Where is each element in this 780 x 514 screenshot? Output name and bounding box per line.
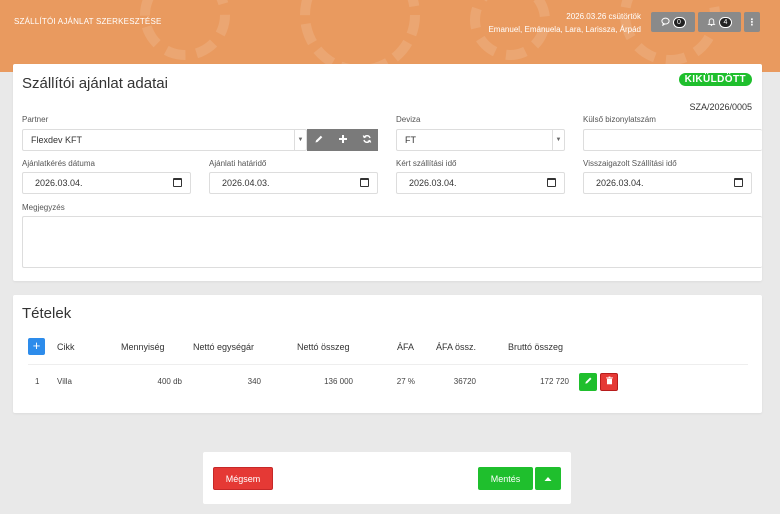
- header-users: Emanuel, Emánuela, Lara, Larissza, Árpád: [488, 25, 641, 34]
- calendar-icon: [734, 178, 743, 187]
- currency-label: Deviza: [396, 115, 421, 124]
- pencil-icon: [584, 376, 593, 388]
- deadline-label: Ajánlati határidő: [209, 159, 267, 168]
- col-vat-amount: ÁFA össz.: [436, 342, 477, 352]
- row-divider: [28, 364, 748, 365]
- save-label: Mentés: [490, 473, 521, 484]
- document-number: SZA/2026/0005: [689, 102, 752, 112]
- partner-label: Partner: [22, 115, 49, 124]
- col-vat: ÁFA: [397, 342, 415, 352]
- requested-delivery-input[interactable]: 2026.03.04.: [396, 172, 565, 194]
- delete-row-button[interactable]: [600, 373, 618, 391]
- save-options-button[interactable]: [535, 467, 561, 490]
- deadline-value: 2026.04.03.: [222, 178, 270, 188]
- offer-details-card: Szállítói ajánlat adatai KIKÜLDÖTT SZA/2…: [13, 64, 762, 281]
- refresh-icon: [362, 133, 372, 147]
- note-textarea[interactable]: [22, 216, 762, 268]
- row-net-unit: 340: [247, 377, 261, 386]
- app-header: SZÁLLÍTÓI AJÁNLAT SZERKESZTÉSE 2026.03.2…: [0, 0, 780, 72]
- chevron-up-icon: [544, 474, 552, 484]
- row-net-total: 136 000: [324, 377, 353, 386]
- note-label: Megjegyzés: [22, 203, 65, 212]
- edit-partner-button[interactable]: [307, 129, 331, 151]
- messages-button[interactable]: 0: [651, 12, 695, 32]
- currency-select[interactable]: FT ▼: [396, 129, 565, 151]
- plus-icon: [338, 133, 348, 147]
- col-net-total: Nettó összeg: [297, 342, 350, 352]
- partner-value: Flexdev KFT: [31, 135, 83, 145]
- currency-value: FT: [405, 135, 416, 145]
- col-quantity: Mennyiség: [121, 342, 165, 352]
- col-gross-total: Bruttó összeg: [508, 342, 564, 352]
- calendar-icon: [360, 178, 369, 187]
- plus-icon: +: [32, 338, 41, 353]
- save-button[interactable]: Mentés: [478, 467, 533, 490]
- partner-select[interactable]: Flexdev KFT ▼: [22, 129, 307, 151]
- confirmed-delivery-input[interactable]: 2026.03.04.: [583, 172, 752, 194]
- calendar-icon: [547, 178, 556, 187]
- card-title: Szállítói ajánlat adatai: [22, 75, 168, 92]
- gear-decoration: [300, 0, 420, 72]
- comment-icon: [660, 17, 670, 28]
- external-doc-label: Külső bizonylatszám: [583, 115, 656, 124]
- requested-delivery-value: 2026.03.04.: [409, 178, 457, 188]
- chevron-down-icon: ▼: [294, 130, 306, 150]
- row-gross-total: 172 720: [540, 377, 569, 386]
- add-item-button[interactable]: +: [28, 338, 45, 355]
- row-quantity: 400 db: [157, 377, 182, 386]
- row-index: 1: [35, 377, 40, 386]
- status-badge: KIKÜLDÖTT: [678, 73, 752, 86]
- partner-actions: [307, 129, 378, 151]
- request-date-input[interactable]: 2026.03.04.: [22, 172, 191, 194]
- trash-icon: [605, 376, 614, 388]
- cancel-label: Mégsem: [225, 473, 261, 484]
- deadline-input[interactable]: 2026.04.03.: [209, 172, 378, 194]
- gear-decoration: [140, 0, 230, 60]
- items-title: Tételek: [22, 305, 72, 322]
- page-title: SZÁLLÍTÓI AJÁNLAT SZERKESZTÉSE: [14, 17, 162, 26]
- refresh-partner-button[interactable]: [355, 129, 378, 151]
- confirmed-delivery-label: Visszaigazolt Szállítási idő: [583, 159, 677, 168]
- messages-count: 0: [672, 16, 686, 28]
- requested-delivery-label: Kért szállítási idő: [396, 159, 457, 168]
- cancel-button[interactable]: Mégsem: [213, 467, 273, 490]
- request-date-label: Ajánlatkérés dátuma: [22, 159, 95, 168]
- menu-button[interactable]: ⋮: [744, 12, 760, 32]
- notifications-button[interactable]: 4: [698, 12, 741, 32]
- row-vat-amount: 36720: [453, 377, 476, 386]
- row-vat: 27 %: [396, 377, 415, 386]
- calendar-icon: [173, 178, 182, 187]
- add-partner-button[interactable]: [331, 129, 355, 151]
- external-doc-input[interactable]: [583, 129, 762, 151]
- col-item: Cikk: [57, 342, 75, 352]
- form-footer: Mégsem Mentés: [203, 452, 571, 504]
- row-item: Villa: [57, 377, 72, 386]
- chevron-down-icon: ▼: [552, 130, 564, 150]
- edit-row-button[interactable]: [579, 373, 597, 391]
- pencil-icon: [314, 133, 324, 147]
- col-net-unit: Nettó egységár: [193, 342, 255, 352]
- request-date-value: 2026.03.04.: [35, 178, 83, 188]
- notifications-count: 4: [719, 16, 732, 28]
- header-date: 2026.03.26 csütörtök: [566, 12, 641, 21]
- bell-icon: [707, 17, 716, 28]
- items-card: Tételek + Cikk Mennyiség Nettó egységár …: [13, 295, 762, 413]
- kebab-menu-icon: ⋮: [747, 16, 757, 27]
- confirmed-delivery-value: 2026.03.04.: [596, 178, 644, 188]
